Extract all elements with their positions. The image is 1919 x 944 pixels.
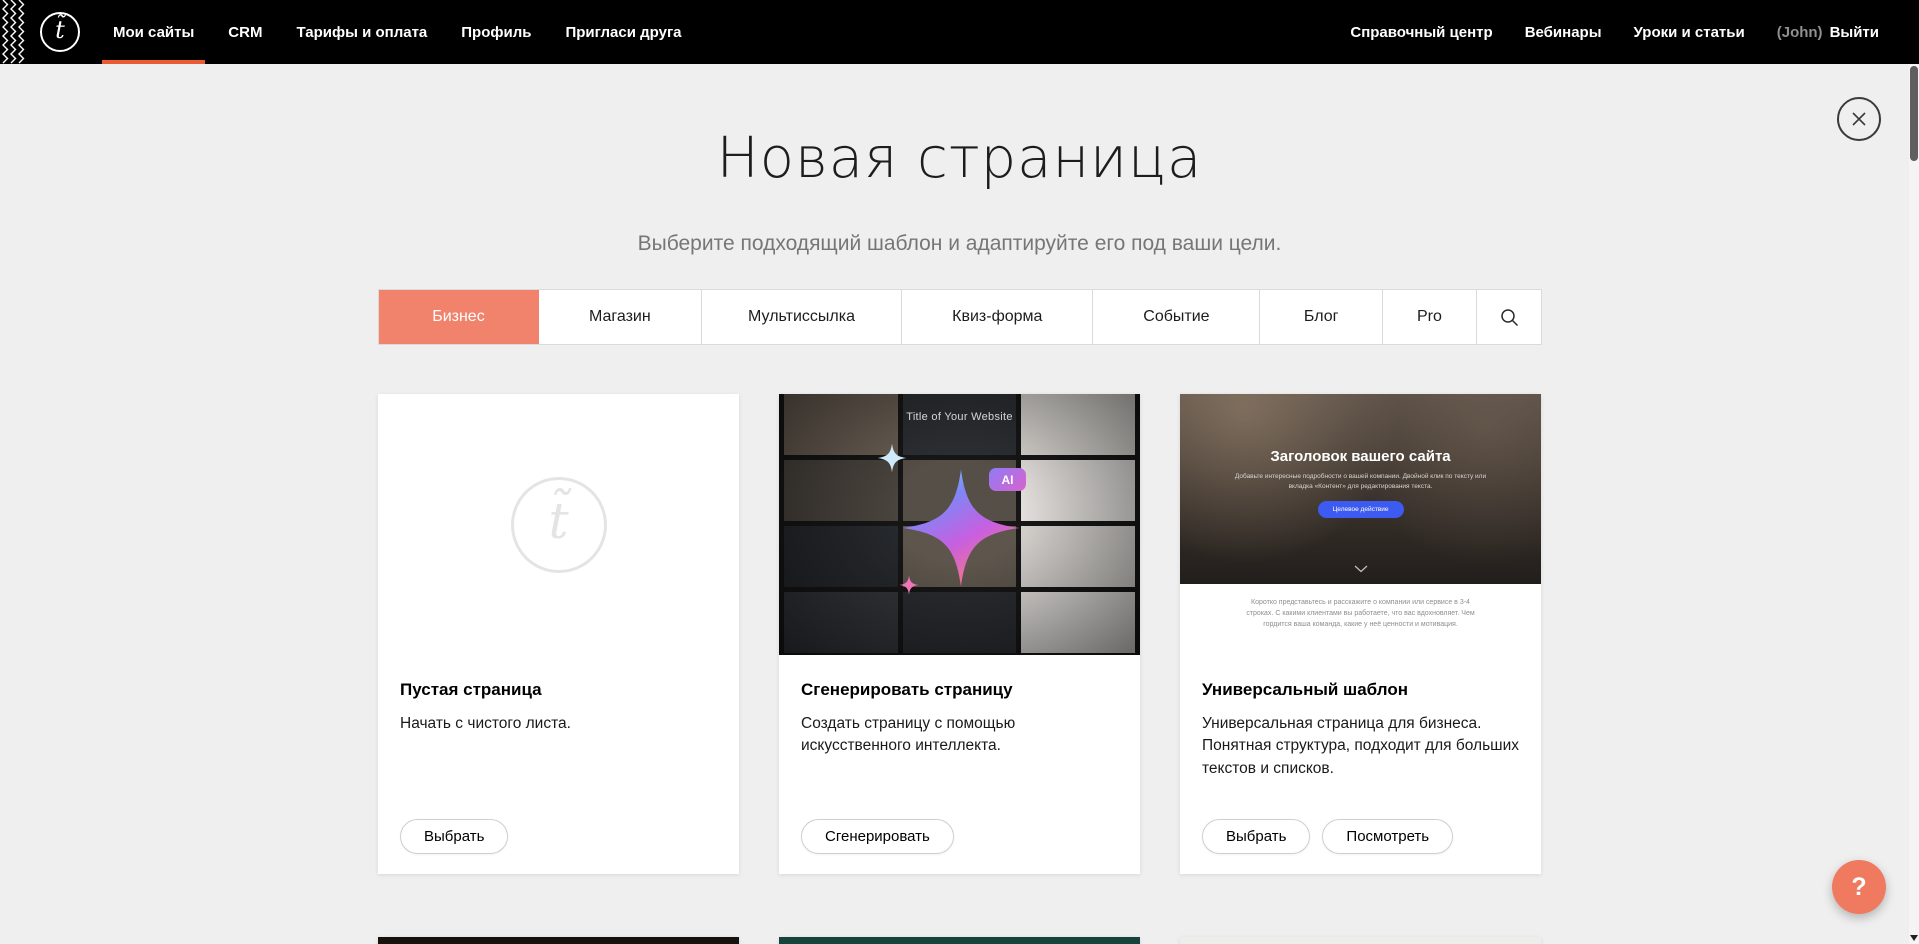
blank-card-preview: t̃ [378,394,739,655]
help-glyph: ? [1851,873,1866,902]
primary-nav: Мои сайты CRM Тарифы и оплата Профиль Пр… [96,0,699,64]
preview-hero-title: Заголовок вашего сайта [1180,448,1541,465]
card-description: Создать страницу с помощью искусственног… [801,713,1118,758]
scrollbar[interactable] [1909,0,1919,944]
template-grid: t̃ Пустая страница Начать с чистого лист… [378,394,1541,874]
preview-hero-text: Добавьте интересные подробности о вашей … [1231,472,1491,492]
user-name: (John) [1777,24,1823,41]
ai-card-preview: Title of Your Website AI [779,394,1140,655]
preview-cta-button: Целевое действие [1318,501,1404,518]
card-title: Универсальный шаблон [1202,680,1519,700]
tab-business[interactable]: Бизнес [379,290,539,344]
preview-universal-button[interactable]: Посмотреть [1322,819,1453,854]
card-actions: Выбрать Посмотреть [1202,819,1519,854]
tab-quiz-form[interactable]: Квиз-форма [902,290,1093,344]
card-info: Универсальный шаблон Универсальная стран… [1180,655,1541,874]
nav-help-center[interactable]: Справочный центр [1350,24,1492,41]
tab-multilink[interactable]: Мультиссылка [702,290,902,344]
select-universal-button[interactable]: Выбрать [1202,819,1310,854]
preview-site-title: Title of Your Website [779,411,1140,423]
close-button[interactable] [1837,97,1881,141]
template-card-partial[interactable] [1180,937,1541,944]
tab-event[interactable]: Событие [1093,290,1260,344]
template-card-blank: t̃ Пустая страница Начать с чистого лист… [378,394,739,874]
search-tab[interactable] [1477,290,1541,344]
logout-label: Выйти [1830,24,1879,41]
page-subtitle: Выберите подходящий шаблон и адаптируйте… [0,232,1919,256]
nav-lessons[interactable]: Уроки и статьи [1634,24,1745,41]
card-actions: Выбрать [400,819,717,854]
card-info: Пустая страница Начать с чистого листа. … [378,655,739,874]
card-info: Сгенерировать страницу Создать страницу … [779,655,1140,874]
chevron-down-icon [1354,560,1368,578]
template-category-tabs: Бизнес Магазин Мультиссылка Квиз-форма С… [378,289,1542,345]
ai-badge: AI [989,468,1026,491]
card-description: Универсальная страница для бизнеса. Поня… [1202,713,1519,780]
generate-button[interactable]: Сгенерировать [801,819,954,854]
tilda-logo[interactable]: t̃ [40,12,80,52]
card-actions: Сгенерировать [801,819,1118,854]
nav-webinars[interactable]: Вебинары [1525,24,1602,41]
scrollbar-thumb[interactable] [1910,66,1918,161]
template-grid-row2 [378,937,1541,944]
nav-logout[interactable]: (John) Выйти [1777,24,1879,41]
watermark-glyph: t̃ [548,492,568,550]
nav-tariffs[interactable]: Тарифы и оплата [279,0,444,64]
template-card-ai-generate: Title of Your Website AI Сг [779,394,1140,874]
preview-body-text: Коротко представьтесь и расскажите о ком… [1180,584,1541,655]
template-card-partial[interactable] [378,937,739,944]
close-icon [1851,111,1867,127]
tab-shop[interactable]: Магазин [539,290,702,344]
nav-profile[interactable]: Профиль [444,0,548,64]
nav-my-sites[interactable]: Мои сайты [96,0,211,64]
triangle-down-icon [1910,935,1918,941]
search-icon [1500,308,1519,327]
zigzag-pattern-icon [0,0,28,64]
preview-hero: Заголовок вашего сайта Добавьте интересн… [1180,394,1541,584]
universal-card-preview: Заголовок вашего сайта Добавьте интересн… [1180,394,1541,655]
secondary-nav: Справочный центр Вебинары Уроки и статьи… [1350,24,1879,41]
template-card-partial[interactable] [779,937,1140,944]
card-description: Начать с чистого листа. [400,713,717,735]
card-title: Сгенерировать страницу [801,680,1118,700]
help-button[interactable]: ? [1832,860,1886,914]
ai-sparkle-icon [865,435,1055,625]
tab-pro[interactable]: Pro [1383,290,1477,344]
nav-crm[interactable]: CRM [211,0,279,64]
select-blank-button[interactable]: Выбрать [400,819,508,854]
tilda-watermark-icon: t̃ [511,477,607,573]
tilda-logo-glyph: t̃ [55,18,65,42]
card-title: Пустая страница [400,680,717,700]
scrollbar-down-arrow[interactable] [1909,935,1919,941]
template-card-universal: Заголовок вашего сайта Добавьте интересн… [1180,394,1541,874]
page-title: Новая страница [0,126,1919,191]
nav-invite-friend[interactable]: Пригласи друга [548,0,698,64]
top-navbar: t̃ Мои сайты CRM Тарифы и оплата Профиль… [0,0,1919,64]
tab-blog[interactable]: Блог [1260,290,1382,344]
